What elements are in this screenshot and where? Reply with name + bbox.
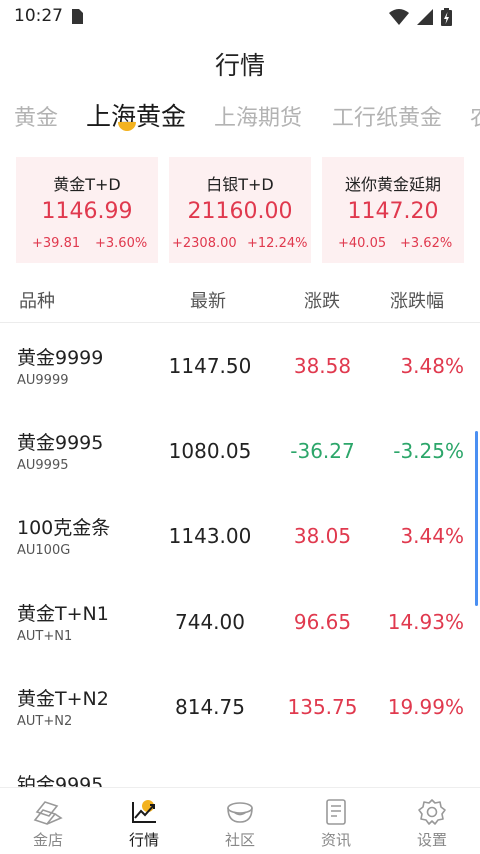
quote-row[interactable]: 铂金9995	[0, 750, 480, 787]
row-name: 铂金9995	[17, 774, 104, 787]
row-latest: 1147.50	[168, 354, 252, 378]
wifi-icon	[389, 9, 409, 25]
tab-shanghai-futures[interactable]: 上海期货	[214, 100, 302, 132]
row-change: 96.65	[293, 610, 352, 634]
card-change: +40.05	[338, 236, 387, 251]
summary-cards: 黄金T+D 1146.99 +39.81 +3.60% 白银T+D 21160.…	[16, 157, 464, 263]
row-change: 135.75	[287, 695, 358, 719]
gold-bar-icon	[33, 801, 63, 825]
row-latest: 744.00	[175, 610, 245, 634]
sim-card-icon	[72, 9, 83, 24]
card-price: 1147.20	[347, 199, 439, 224]
chart-trend-icon	[132, 800, 156, 823]
header-name: 品种	[19, 291, 55, 312]
row-latest: 1143.00	[168, 524, 252, 548]
header-change[interactable]: 涨跌	[304, 287, 340, 313]
scrollbar[interactable]	[475, 431, 478, 606]
summary-card[interactable]: 迷你黄金延期 1147.20 +40.05 +3.62%	[322, 157, 464, 263]
card-change: +2308.00	[172, 236, 237, 251]
status-time: 10:27	[14, 6, 63, 26]
status-icons	[389, 7, 452, 27]
row-change: 38.05	[293, 524, 352, 548]
card-name: 迷你黄金延期	[344, 175, 441, 194]
tab-shanghai-gold[interactable]: 上海黄金	[86, 100, 186, 133]
header-percent[interactable]: 涨跌幅	[390, 287, 444, 313]
quote-row[interactable]: 100克金条 AU100G 1143.00 38.05 3.44%	[0, 493, 480, 578]
row-latest: 1080.05	[168, 439, 252, 463]
tab-gold[interactable]: 黄金	[14, 100, 58, 132]
row-code: AUT+N2	[17, 714, 73, 729]
card-change: +39.81	[32, 236, 81, 251]
bottom-nav: 金店 行情 社区 资讯 设置	[0, 787, 480, 854]
page-title: 行情	[214, 51, 265, 80]
quote-row[interactable]: 黄金T+N1 AUT+N1 744.00 96.65 14.93%	[0, 579, 480, 664]
card-price: 21160.00	[187, 199, 293, 224]
quote-row[interactable]: 黄金9999 AU9999 1147.50 38.58 3.48%	[0, 323, 480, 408]
row-latest: 814.75	[175, 695, 245, 719]
news-icon	[326, 799, 346, 825]
nav-item-community[interactable]: 社区	[192, 788, 288, 854]
card-percent: +12.24%	[247, 236, 308, 251]
summary-card[interactable]: 白银T+D 21160.00 +2308.00 +12.24%	[169, 157, 311, 263]
battery-icon	[441, 8, 452, 26]
nav-item-settings[interactable]: 设置	[384, 788, 480, 854]
row-code: AU9999	[17, 373, 69, 388]
card-name: 黄金T+D	[53, 175, 121, 194]
quote-list[interactable]: 黄金9999 AU9999 1147.50 38.58 3.48% 黄金9995…	[0, 323, 480, 787]
row-name: 黄金T+N2	[17, 688, 109, 710]
signal-icon	[417, 9, 433, 25]
row-change: 38.58	[293, 354, 352, 378]
row-name: 100克金条	[17, 517, 111, 539]
row-percent: 19.99%	[387, 695, 464, 719]
nav-label: 资讯	[320, 831, 351, 849]
tab-icbc-paper-gold[interactable]: 工行纸黄金	[332, 100, 442, 132]
nav-label: 行情	[128, 831, 159, 849]
row-code: AUT+N1	[17, 629, 73, 644]
row-name: 黄金9995	[17, 432, 104, 454]
status-bar: 10:27	[0, 0, 480, 36]
row-name: 黄金9999	[17, 347, 104, 369]
summary-card[interactable]: 黄金T+D 1146.99 +39.81 +3.60%	[16, 157, 158, 263]
row-percent: 3.44%	[400, 524, 464, 548]
row-percent: 3.48%	[400, 354, 464, 378]
community-icon	[227, 802, 253, 823]
list-header: 品种 最新 涨跌 涨跌幅	[0, 283, 480, 319]
nav-item-market[interactable]: 行情	[96, 788, 192, 854]
quote-row[interactable]: 黄金9995 AU9995 1080.05 -36.27 -3.25%	[0, 408, 480, 493]
nav-item-news[interactable]: 资讯	[288, 788, 384, 854]
tab-agricultural[interactable]: 农	[470, 100, 480, 132]
card-price: 1146.99	[41, 199, 133, 224]
nav-label: 社区	[224, 831, 255, 849]
gear-icon	[418, 799, 446, 825]
header-latest[interactable]: 最新	[190, 287, 226, 313]
row-change: -36.27	[290, 439, 355, 463]
category-tabs: 黄金 上海黄金 上海期货 工行纸黄金 农	[0, 100, 480, 146]
row-code: AU100G	[17, 543, 71, 558]
card-percent: +3.60%	[95, 236, 148, 251]
nav-item-gold-shop[interactable]: 金店	[0, 788, 96, 854]
quote-row[interactable]: 黄金T+N2 AUT+N2 814.75 135.75 19.99%	[0, 664, 480, 749]
row-code: AU9995	[17, 458, 69, 473]
card-name: 白银T+D	[206, 175, 274, 194]
row-name: 黄金T+N1	[17, 603, 109, 625]
row-percent: -3.25%	[393, 439, 464, 463]
card-percent: +3.62%	[400, 236, 453, 251]
nav-label: 设置	[416, 831, 447, 849]
row-percent: 14.93%	[387, 610, 464, 634]
nav-label: 金店	[32, 831, 63, 849]
